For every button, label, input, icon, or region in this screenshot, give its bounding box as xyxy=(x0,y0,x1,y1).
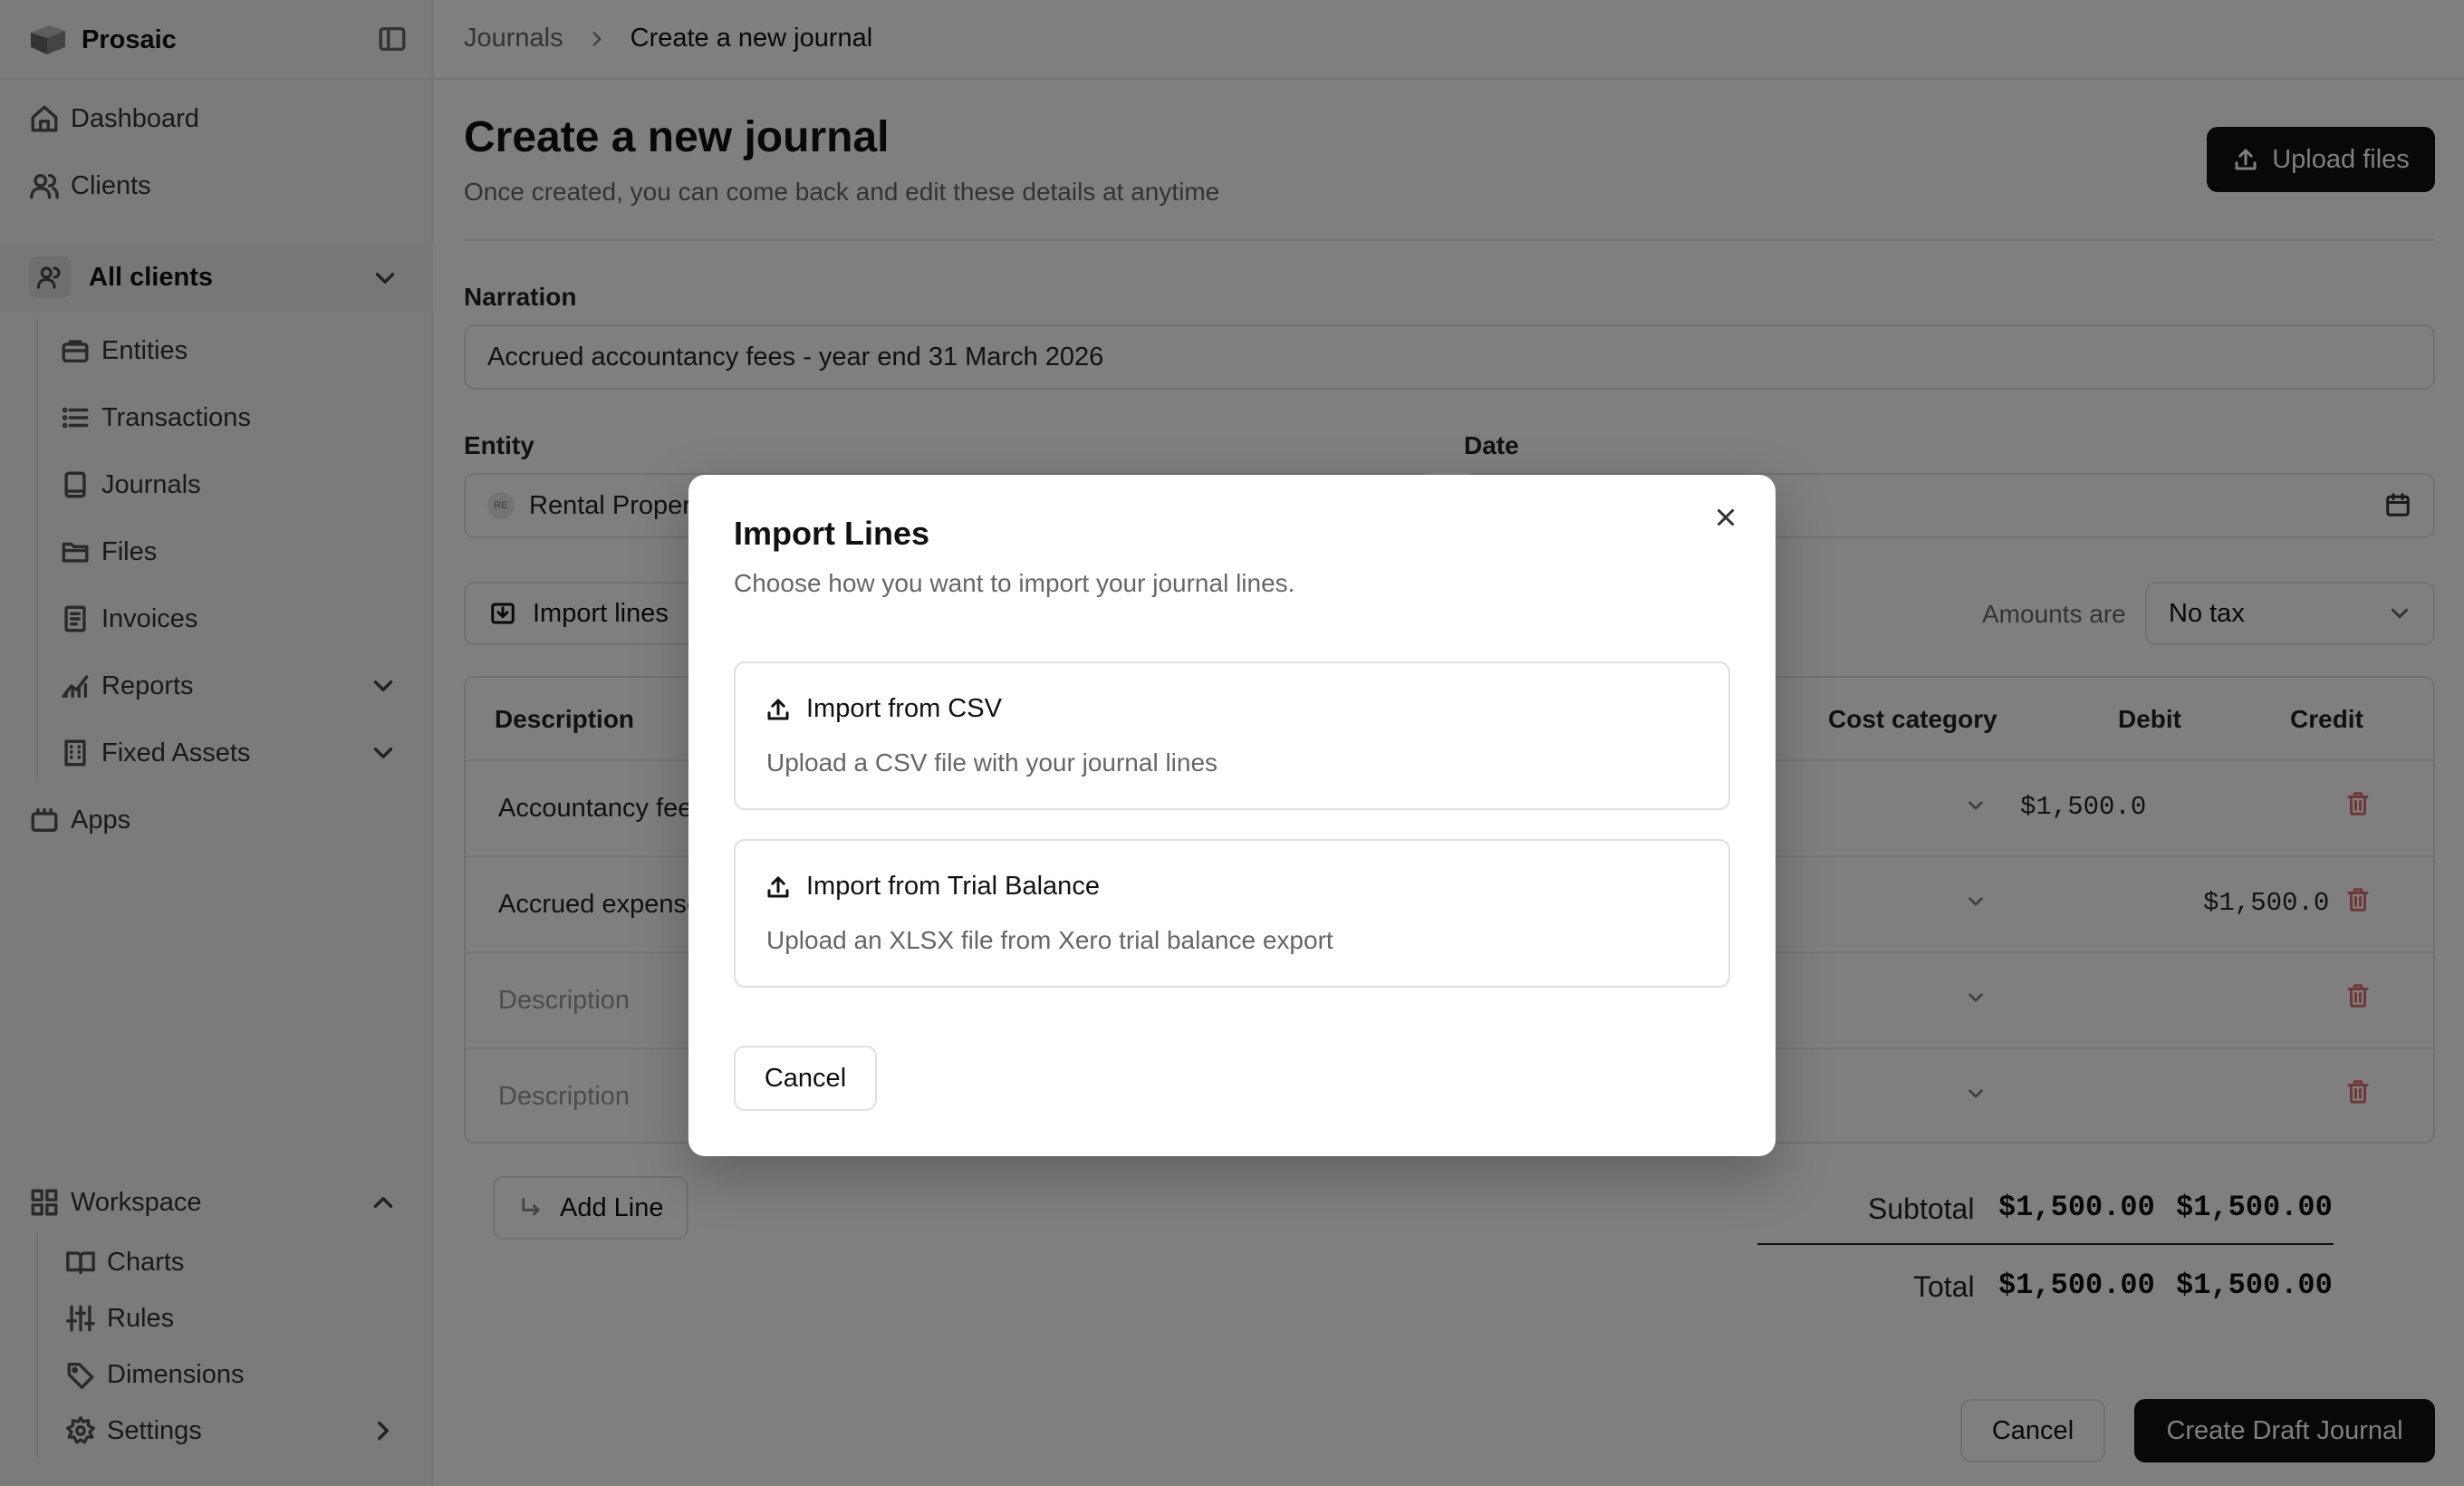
upload-icon xyxy=(765,873,792,901)
option-header: Import from CSV xyxy=(765,694,1002,724)
upload-icon xyxy=(765,696,792,723)
option-title: Import from CSV xyxy=(806,694,1002,723)
import-lines-dialog: Import Lines Choose how you want to impo… xyxy=(688,475,1776,1156)
import-from-trial-balance-option[interactable]: Import from Trial Balance Upload an XLSX… xyxy=(734,839,1730,988)
dialog-title: Import Lines xyxy=(734,515,930,552)
dialog-cancel-button[interactable]: Cancel xyxy=(734,1046,877,1111)
option-title: Import from Trial Balance xyxy=(806,872,1100,901)
option-description: Upload a CSV file with your journal line… xyxy=(766,748,1218,777)
import-from-csv-option[interactable]: Import from CSV Upload a CSV file with y… xyxy=(734,661,1730,810)
close-icon[interactable] xyxy=(1712,504,1739,531)
option-header: Import from Trial Balance xyxy=(765,872,1100,902)
dialog-subtitle: Choose how you want to import your journ… xyxy=(734,569,1295,597)
option-description: Upload an XLSX file from Xero trial bala… xyxy=(766,926,1333,954)
